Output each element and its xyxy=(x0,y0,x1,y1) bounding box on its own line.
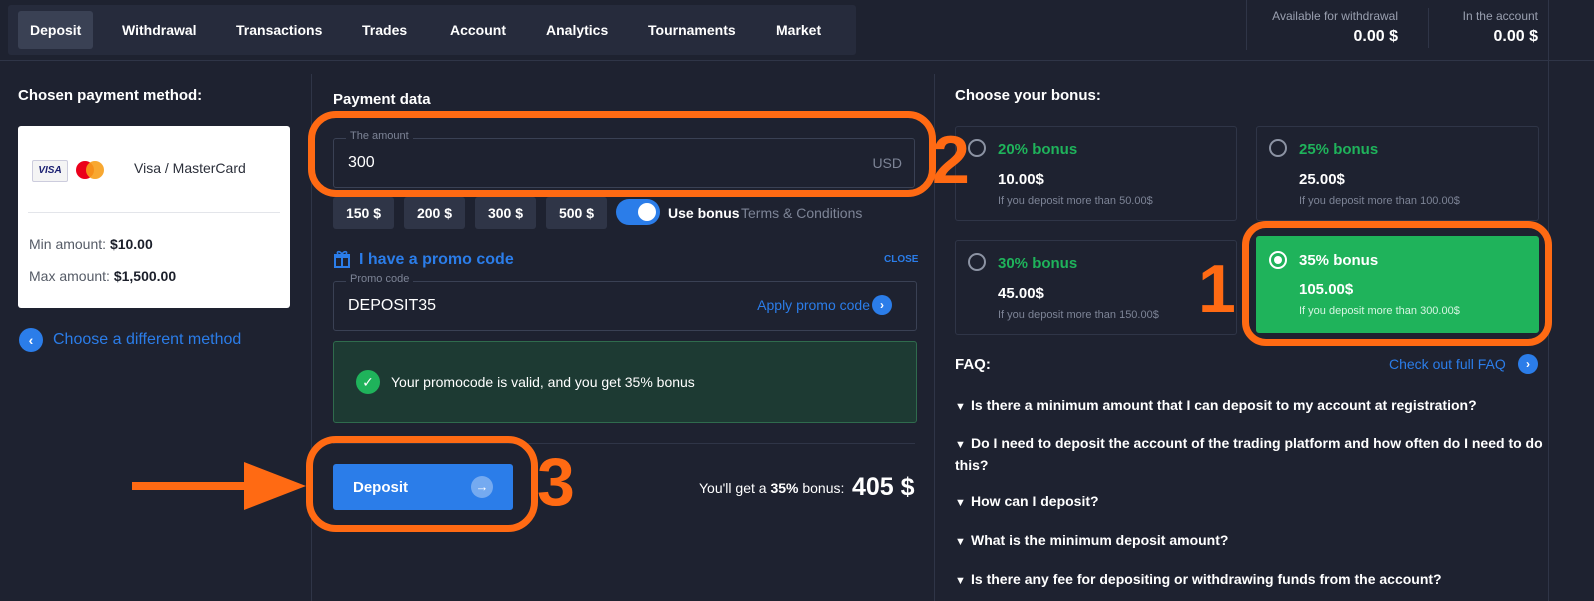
withdrawal-label: Available for withdrawal xyxy=(1272,9,1398,23)
bonus-option-condition: If you deposit more than 50.00$ xyxy=(998,195,1153,207)
tab-transactions[interactable]: Transactions xyxy=(224,11,334,49)
top-nav: Deposit Withdrawal Transactions Trades A… xyxy=(8,5,856,55)
account-balance-value: 0.00 $ xyxy=(1493,28,1538,45)
mastercard-logo-icon xyxy=(86,161,104,179)
radio-icon[interactable] xyxy=(968,253,986,271)
highlight-bonus xyxy=(1242,221,1552,346)
tab-account[interactable]: Account xyxy=(438,11,518,49)
chevron-down-icon: ▼ xyxy=(955,575,966,587)
bonus-summary: You'll get a 35% bonus: xyxy=(699,480,845,496)
step-2-number: 2 xyxy=(932,122,970,198)
bonus-option-condition: If you deposit more than 150.00$ xyxy=(998,309,1159,321)
tab-trades[interactable]: Trades xyxy=(350,11,419,49)
min-amount: Min amount: $10.00 xyxy=(29,236,153,252)
divider xyxy=(1428,8,1429,48)
step-3-number: 3 xyxy=(537,444,575,520)
faq-item[interactable]: ▼ How can I deposit? xyxy=(955,491,1545,513)
close-promo-button[interactable]: CLOSE xyxy=(884,254,918,265)
tab-deposit[interactable]: Deposit xyxy=(18,11,94,49)
chevron-right-icon[interactable]: › xyxy=(1518,354,1538,374)
bonus-option-title: 30% bonus xyxy=(998,255,1078,272)
highlight-amount xyxy=(308,111,936,197)
method-name: Visa / MasterCard xyxy=(134,160,246,176)
payment-data-title: Payment data xyxy=(333,91,431,108)
full-faq-link[interactable]: Check out full FAQ xyxy=(1389,356,1506,372)
chevron-down-icon: ▼ xyxy=(955,439,966,451)
apply-promo-link[interactable]: Apply promo code xyxy=(757,297,870,313)
radio-icon[interactable] xyxy=(1269,139,1287,157)
divider xyxy=(1246,0,1247,50)
bonus-option-amount: 25.00$ xyxy=(1299,171,1345,188)
account-balance-label: In the account xyxy=(1462,9,1538,23)
tab-tournaments[interactable]: Tournaments xyxy=(636,11,748,49)
max-amount: Max amount: $1,500.00 xyxy=(29,268,177,284)
bonus-title: Choose your bonus: xyxy=(955,87,1101,104)
quick-amount-150[interactable]: 150 $ xyxy=(333,197,394,229)
divider xyxy=(0,60,1594,61)
choose-different-method-link[interactable]: Choose a different method xyxy=(53,331,241,349)
bonus-option-title: 25% bonus xyxy=(1299,141,1379,158)
tab-market[interactable]: Market xyxy=(764,11,833,49)
highlight-deposit xyxy=(306,436,538,532)
arrow-right-icon xyxy=(132,456,312,516)
gift-icon xyxy=(333,250,351,268)
chevron-left-icon[interactable]: ‹ xyxy=(19,328,43,352)
tab-analytics[interactable]: Analytics xyxy=(534,11,620,49)
quick-amount-300[interactable]: 300 $ xyxy=(475,197,536,229)
method-title: Chosen payment method: xyxy=(18,87,203,104)
terms-link[interactable]: Terms & Conditions xyxy=(741,205,862,221)
promo-valid-message: ✓ Your promocode is valid, and you get 3… xyxy=(333,341,917,423)
faq-item[interactable]: ▼ Is there any fee for depositing or with… xyxy=(955,569,1545,591)
faq-item[interactable]: ▼ Do I need to deposit the account of the… xyxy=(955,433,1545,475)
faq-item[interactable]: ▼ What is the minimum deposit amount? xyxy=(955,530,1545,552)
promo-code-label: Promo code xyxy=(346,273,414,285)
bonus-option-amount: 10.00$ xyxy=(998,171,1044,188)
withdrawal-value: 0.00 $ xyxy=(1353,28,1398,45)
toggle-knob xyxy=(638,203,656,221)
faq-item[interactable]: ▼ Is there a minimum amount that I can de… xyxy=(955,395,1545,417)
tab-withdrawal[interactable]: Withdrawal xyxy=(110,11,209,49)
promo-code-field[interactable]: DEPOSIT35 Apply promo code › xyxy=(333,281,917,331)
use-bonus-label: Use bonus xyxy=(668,205,740,221)
step-1-number: 1 xyxy=(1198,251,1236,327)
promo-code-toggle[interactable]: I have a promo code xyxy=(359,251,514,269)
quick-amount-200[interactable]: 200 $ xyxy=(404,197,465,229)
chevron-down-icon: ▼ xyxy=(955,401,966,413)
promo-code-value[interactable]: DEPOSIT35 xyxy=(348,297,436,315)
radio-icon[interactable] xyxy=(968,139,986,157)
bonus-option-25[interactable]: 25% bonus 25.00$ If you deposit more tha… xyxy=(1256,126,1539,221)
bonus-option-20[interactable]: 20% bonus 10.00$ If you deposit more tha… xyxy=(955,126,1237,221)
visa-logo-icon: VISA xyxy=(32,160,68,182)
bonus-option-30[interactable]: 30% bonus 45.00$ If you deposit more tha… xyxy=(955,240,1237,335)
payment-method-card: VISA Visa / MasterCard Min amount: $10.0… xyxy=(18,126,290,308)
quick-amount-500[interactable]: 500 $ xyxy=(546,197,607,229)
deposit-total: 405 $ xyxy=(852,473,915,501)
chevron-right-icon[interactable]: › xyxy=(872,295,892,315)
faq-title: FAQ: xyxy=(955,356,991,373)
bonus-option-condition: If you deposit more than 100.00$ xyxy=(1299,195,1460,207)
divider xyxy=(28,212,280,213)
chevron-down-icon: ▼ xyxy=(955,497,966,509)
promo-valid-text: Your promocode is valid, and you get 35%… xyxy=(391,374,695,390)
chevron-down-icon: ▼ xyxy=(955,536,966,548)
bonus-option-title: 20% bonus xyxy=(998,141,1078,158)
check-icon: ✓ xyxy=(356,370,380,394)
bonus-option-amount: 45.00$ xyxy=(998,285,1044,302)
use-bonus-toggle[interactable] xyxy=(616,199,660,225)
